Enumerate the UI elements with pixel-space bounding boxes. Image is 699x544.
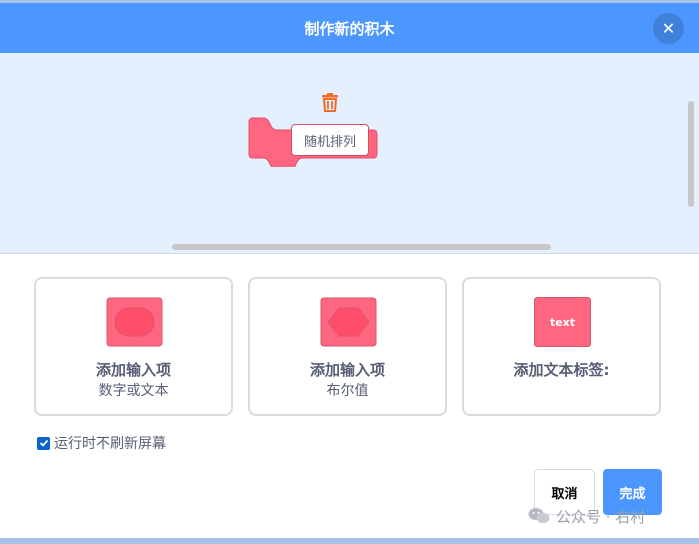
add-number-text-input-card[interactable]: 添加输入项 数字或文本 xyxy=(34,277,233,416)
close-button[interactable]: ✕ xyxy=(653,13,684,44)
card-title: 添加文本标签: xyxy=(513,361,610,379)
boolean-input-icon xyxy=(320,297,377,347)
card-title: 添加输入项 xyxy=(95,361,171,379)
number-text-input-icon xyxy=(106,297,163,347)
horizontal-scrollbar[interactable] xyxy=(172,244,551,250)
input-type-cards: 添加输入项 数字或文本 添加输入项 布尔值 text 添加文本标签: xyxy=(34,277,662,416)
text-label-icon: text xyxy=(534,297,591,347)
dialog-title: 制作新的积木 xyxy=(304,19,395,38)
bottom-edge xyxy=(0,538,699,544)
vertical-scrollbar[interactable] xyxy=(688,101,694,207)
card-title: 添加输入项 xyxy=(309,361,385,379)
run-without-refresh-option[interactable]: 运行时不刷新屏幕 xyxy=(37,433,166,453)
add-text-label-card[interactable]: text 添加文本标签: xyxy=(462,277,661,416)
wechat-icon xyxy=(528,508,550,524)
block-name-input[interactable]: 随机排列 xyxy=(291,124,369,156)
trash-icon[interactable] xyxy=(320,91,340,113)
block-name-text: 随机排列 xyxy=(303,134,356,150)
run-without-refresh-checkbox[interactable] xyxy=(37,436,50,450)
dialog-header: 制作新的积木 ✕ xyxy=(0,3,699,53)
card-subtitle: 数字或文本 xyxy=(98,383,169,399)
watermark: 公众号 · 右村 xyxy=(528,505,645,527)
watermark-text: 公众号 · 右村 xyxy=(556,507,646,526)
close-icon: ✕ xyxy=(661,19,676,38)
checkmark-icon xyxy=(39,439,48,447)
run-without-refresh-label: 运行时不刷新屏幕 xyxy=(54,436,166,452)
card-subtitle: 布尔值 xyxy=(326,383,369,399)
add-boolean-input-card[interactable]: 添加输入项 布尔值 xyxy=(248,277,447,416)
text-label-icon-text: text xyxy=(549,315,576,329)
